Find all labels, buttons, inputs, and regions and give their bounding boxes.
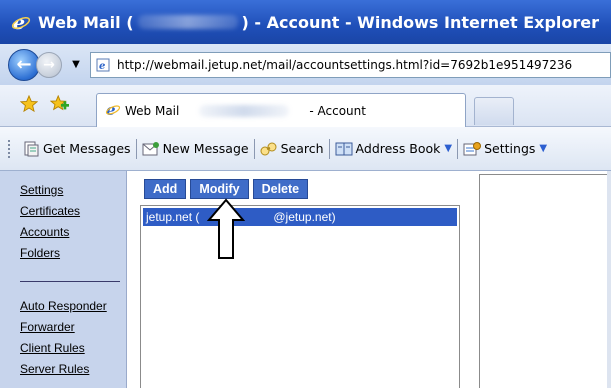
add-favorites-icon[interactable] — [49, 94, 70, 116]
search-button[interactable]: Search — [257, 141, 327, 157]
sidebar-link-folders[interactable]: Folders — [20, 243, 126, 264]
page-content: Settings Certificates Accounts Folders A… — [0, 171, 611, 388]
navigation-bar: ← → ▼ e http://webmail.jetup.net/mail/ac… — [0, 44, 611, 85]
new-message-button[interactable]: New Message — [139, 141, 252, 157]
account-name: jetup.net ( — [146, 210, 200, 224]
svg-text:e: e — [106, 101, 116, 117]
account-details-pane — [479, 174, 611, 388]
toolbar-separator — [457, 138, 459, 159]
redacted-name — [137, 15, 238, 29]
svg-text:e: e — [99, 61, 105, 72]
new-message-label: New Message — [162, 141, 249, 156]
delete-button[interactable]: Delete — [252, 179, 309, 199]
address-book-dropdown-icon[interactable]: ▼ — [444, 143, 452, 154]
sidebar-link-server-rules[interactable]: Server Rules — [20, 359, 126, 380]
get-messages-label: Get Messages — [43, 141, 131, 156]
sidebar-link-auto-responder[interactable]: Auto Responder — [20, 296, 126, 317]
tab-title-suffix: - Account — [309, 103, 366, 118]
add-button[interactable]: Add — [144, 179, 187, 199]
window-title-prefix: Web Mail ( — [38, 12, 134, 32]
address-book-label: Address Book — [355, 141, 441, 156]
tab-ie-icon: e — [105, 101, 121, 120]
get-messages-button[interactable]: Get Messages — [19, 141, 134, 157]
accounts-panel: Add Modify Delete jetup.net ( @jetup.net… — [127, 171, 611, 388]
tab-title: Web Mail — [125, 103, 180, 118]
account-actions: Add Modify Delete — [144, 179, 309, 199]
tab-redacted-name — [199, 104, 290, 117]
account-row-selected[interactable]: jetup.net ( @jetup.net) — [143, 208, 457, 226]
window-edge — [607, 171, 611, 388]
sidebar-link-client-rules[interactable]: Client Rules — [20, 338, 126, 359]
address-book-icon — [335, 141, 353, 157]
account-email: @jetup.net) — [273, 210, 336, 224]
settings-sidebar: Settings Certificates Accounts Folders A… — [0, 171, 127, 388]
forward-button[interactable]: → — [36, 51, 62, 78]
sidebar-divider — [20, 281, 120, 282]
tab-bar: e Web Mail - Account — [0, 85, 611, 127]
sidebar-link-settings[interactable]: Settings — [20, 180, 126, 201]
ie-logo-icon: e — [10, 11, 32, 33]
account-list[interactable]: jetup.net ( @jetup.net) — [140, 205, 460, 388]
settings-icon — [463, 141, 482, 157]
search-icon — [260, 141, 278, 157]
settings-dropdown-icon[interactable]: ▼ — [539, 143, 547, 154]
sidebar-link-certificates[interactable]: Certificates — [20, 201, 126, 222]
sidebar-link-forwarder[interactable]: Forwarder — [20, 317, 126, 338]
settings-label: Settings — [484, 141, 536, 156]
webmail-toolbar: Get Messages New Message Search Address … — [0, 127, 611, 171]
back-arrow-icon: ← — [16, 54, 32, 75]
toolbar-grip — [8, 139, 11, 158]
search-label: Search — [280, 141, 324, 156]
address-url: http://webmail.jetup.net/mail/accountset… — [117, 57, 573, 72]
toolbar-separator — [328, 138, 330, 159]
settings-button[interactable]: Settings ▼ — [460, 141, 550, 157]
window-title-suffix: ) - Account - Windows Internet Explorer — [241, 12, 600, 32]
toolbar-separator — [135, 138, 137, 159]
address-bar[interactable]: e http://webmail.jetup.net/mail/accounts… — [90, 51, 611, 78]
modify-button[interactable]: Modify — [190, 179, 249, 199]
up-arrow-icon — [206, 198, 246, 263]
toolbar-separator — [253, 138, 255, 159]
tab-web-mail[interactable]: e Web Mail - Account — [96, 93, 466, 127]
page-icon: e — [95, 57, 111, 73]
forward-arrow-icon: → — [43, 56, 55, 73]
get-messages-icon — [22, 141, 40, 157]
new-tab-button[interactable] — [474, 97, 514, 125]
address-book-button[interactable]: Address Book ▼ — [332, 141, 456, 157]
new-message-icon — [142, 141, 160, 157]
sidebar-link-accounts[interactable]: Accounts — [20, 222, 126, 243]
favorites-star-icon[interactable] — [19, 94, 39, 116]
window-title-bar: e Web Mail ( ) - Account - Windows Inter… — [0, 0, 611, 44]
history-dropdown-icon[interactable]: ▼ — [70, 59, 82, 70]
